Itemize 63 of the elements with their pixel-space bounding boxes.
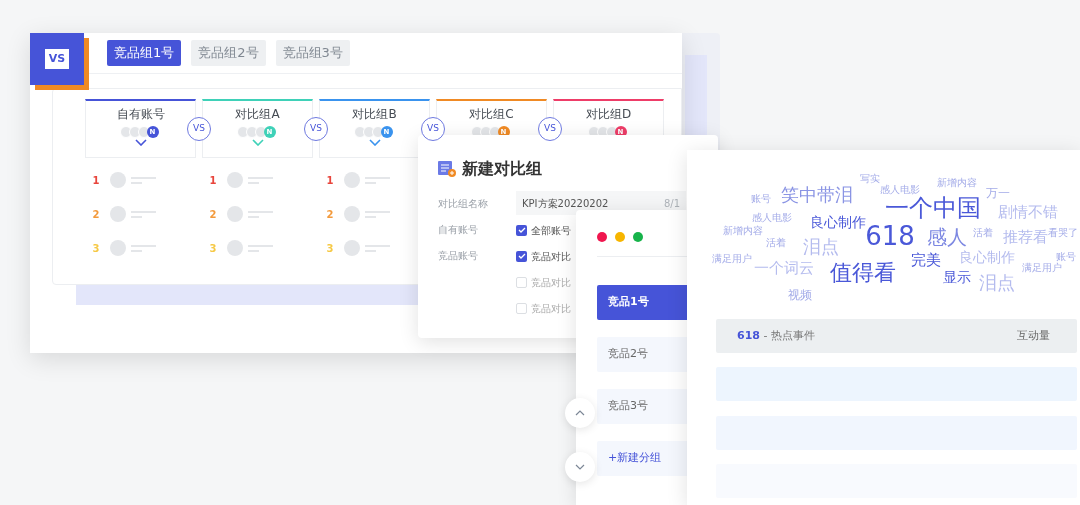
rank-number: 3 (91, 241, 101, 256)
cloud-word: 良心制作 (959, 250, 1015, 264)
cloud-word: 推荐看 (1002, 229, 1048, 245)
cloud-word: 值得看 (830, 262, 896, 284)
cloud-word: 写实 (860, 174, 880, 184)
cloud-word: 感人电影 (880, 185, 920, 195)
group-item[interactable]: 竞品3号 (597, 389, 690, 424)
cloud-word: 满足用户 (1022, 263, 1062, 273)
vs-badge: VS (187, 116, 211, 141)
rank-number: 1 (325, 173, 335, 188)
cloud-word: 万一 (986, 187, 1010, 199)
cloud-word: 一个中国 (885, 196, 981, 220)
rank-number: 1 (208, 173, 218, 188)
group-item[interactable]: 竞品1号 (597, 285, 690, 320)
checkbox-label: 全部账号 (531, 223, 571, 238)
checkbox-label: 竞品对比 (531, 301, 571, 316)
rank-number: 1 (91, 173, 101, 188)
cloud-word: 显示 (943, 270, 971, 284)
topic-label: 618 - 热点事件 (737, 327, 815, 344)
group-title: 对比组D (585, 106, 632, 122)
cloud-word: 满足用户 (712, 254, 752, 264)
rank-number: 2 (325, 207, 335, 222)
group-title: 对比组B (352, 106, 397, 122)
cloud-word: 活着 (766, 238, 786, 248)
new-group-button[interactable]: +新建分组 (597, 441, 690, 476)
cloud-word: 笑中带泪 (781, 186, 853, 204)
group-title: 对比组A (235, 106, 280, 122)
vs-badge: VS (538, 116, 562, 141)
cloud-word: 新增内容 (723, 226, 763, 236)
cloud-word: 良心制作 (810, 215, 866, 229)
rank-number: 2 (208, 207, 218, 222)
group-title: 对比组C (469, 106, 514, 122)
dialog-title: 新建对比组 (462, 158, 542, 180)
group-tab[interactable]: 竞品组3号 (275, 40, 350, 66)
cloud-word: 账号 (1056, 252, 1076, 262)
vs-badge: VS (421, 116, 445, 141)
cloud-word: 新增内容 (937, 178, 977, 188)
cloud-word: 视频 (788, 289, 812, 301)
field-label: 对比组名称 (438, 197, 489, 211)
cloud-word: 618 (865, 223, 915, 249)
cloud-word: 看哭了 (1048, 228, 1078, 238)
group-tab[interactable]: 竞品组1号 (107, 40, 182, 66)
cloud-word: 完美 (911, 252, 941, 268)
cloud-word: 感人电影 (752, 213, 792, 223)
rank-number: 2 (91, 207, 101, 222)
cloud-word: 泪点 (803, 238, 839, 256)
group-tab[interactable]: 竞品组2号 (191, 40, 266, 66)
rank-number: 3 (208, 241, 218, 256)
field-label: 自有账号 (438, 223, 479, 237)
checkbox-label: 竞品对比 (531, 249, 571, 264)
cloud-word: 感人 (927, 227, 967, 247)
column-header: 互动量 (1017, 327, 1050, 344)
cloud-word: 泪点 (979, 274, 1015, 292)
cloud-word: 账号 (751, 194, 771, 204)
vs-badge: VS (304, 116, 328, 141)
cloud-word: 剧情不错 (998, 204, 1058, 220)
checkbox-label: 竞品对比 (531, 275, 571, 290)
rank-number: 3 (325, 241, 335, 256)
group-title: 自有账号 (116, 106, 165, 122)
cloud-word: 活着 (973, 228, 993, 238)
field-label: 竞品账号 (438, 249, 479, 263)
group-item[interactable]: 竞品2号 (597, 337, 690, 372)
cloud-word: 一个词云 (754, 260, 814, 276)
